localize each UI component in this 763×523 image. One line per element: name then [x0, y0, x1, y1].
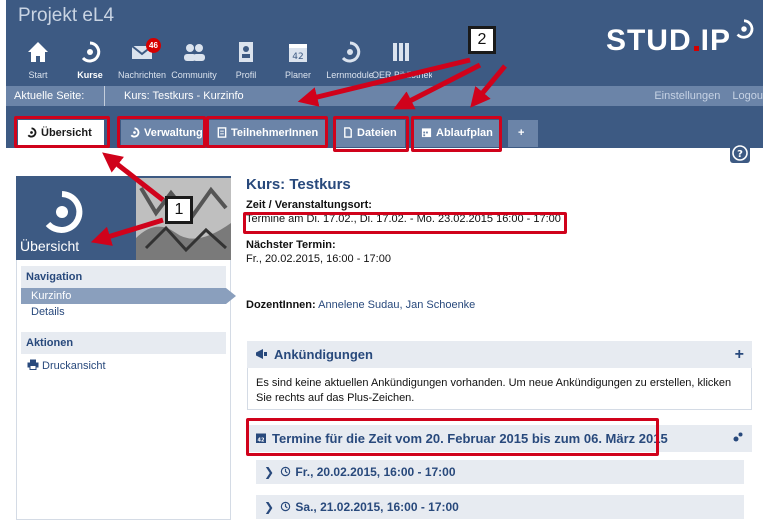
calendar-icon: 42	[289, 44, 307, 62]
settings-link[interactable]: Einstellungen	[654, 90, 720, 102]
breadcrumb-label: Aktuelle Seite:	[14, 90, 85, 102]
appointment-item[interactable]: ❯ Sa., 21.02.2015, 16:00 - 17:00	[256, 495, 744, 519]
nav-start[interactable]: Start	[12, 36, 64, 84]
svg-text:?: ?	[737, 149, 743, 160]
callout-2: 2	[468, 26, 496, 54]
profile-icon	[239, 42, 253, 62]
library-icon	[393, 43, 409, 61]
sidebar-item-details[interactable]: Details	[21, 304, 226, 320]
top-header: Projekt eL4 Start Kurse 46 Nachrichten C…	[6, 0, 763, 86]
logout-link[interactable]: Logou	[732, 90, 763, 102]
breadcrumb-separator	[104, 86, 105, 106]
dates-header: 42 Termine für die Zeit vom 20. Februar 2…	[247, 425, 752, 452]
nav-profil[interactable]: Profil	[220, 36, 272, 84]
logo-swirl-icon	[736, 19, 754, 39]
studip-logo[interactable]: STUD IP	[606, 19, 755, 58]
callout-1: 1	[165, 196, 193, 224]
megaphone-icon	[256, 349, 267, 359]
sidebar-actions-heading: Aktionen	[21, 332, 226, 354]
svg-text:42: 42	[258, 438, 265, 444]
breadcrumb: Aktuelle Seite: Kurs: Testkurs - Kurzinf…	[6, 86, 763, 106]
course-avatar-panel: Übersicht	[16, 176, 231, 260]
nav-oer-bibliothek[interactable]: OER Bibliothek	[372, 36, 432, 84]
announcements-header: Ankündigungen +	[247, 341, 752, 368]
tab-verwaltung[interactable]: Verwaltung	[121, 120, 205, 147]
logo-dot	[693, 46, 699, 51]
lecturers-links[interactable]: Annelene Sudau, Jan Schoenke	[318, 299, 475, 311]
help-button[interactable]: ?	[730, 143, 750, 163]
nav-kurse[interactable]: Kurse	[64, 36, 116, 84]
breadcrumb-path: Kurs: Testkurs - Kurzinfo	[124, 90, 244, 102]
sidebar-nav-heading: Navigation	[21, 266, 226, 288]
announcements-text: Es sind keine aktuellen Ankündigungen vo…	[247, 368, 752, 410]
expand-chevron-icon: ❯	[264, 500, 275, 514]
files-icon	[344, 127, 352, 138]
admin-icon	[130, 127, 140, 138]
sidebar-title: Übersicht	[20, 238, 80, 254]
lecturers-label: DozentInnen:	[246, 299, 316, 311]
dates-settings-icon[interactable]	[732, 431, 744, 443]
next-date-value: Fr., 20.02.2015, 16:00 - 17:00	[246, 253, 391, 265]
message-count-badge: 46	[146, 38, 161, 53]
schedule-icon	[421, 128, 432, 138]
home-icon	[28, 42, 48, 62]
overview-icon	[27, 127, 37, 138]
time-location-label: Zeit / Veranstaltungsort:	[246, 199, 372, 211]
calendar-small-icon: 42	[256, 433, 266, 444]
course-logo-icon	[45, 191, 83, 233]
tab-add[interactable]: +	[508, 120, 538, 147]
tab-ablaufplan[interactable]: Ablaufplan	[413, 120, 502, 147]
nav-planer[interactable]: 42 Planer	[272, 36, 324, 84]
nav-lernmodule[interactable]: Lernmodule	[324, 36, 376, 84]
sidebar: Navigation Kurzinfo Details Aktionen Dru…	[16, 260, 236, 520]
project-title: Projekt eL4	[18, 5, 115, 26]
nav-nachrichten[interactable]: 46 Nachrichten	[116, 36, 168, 84]
header-links: Einstellungen Logou	[642, 90, 763, 102]
course-tabbar: Übersicht Verwaltung TeilnehmerInnen Dat…	[6, 106, 763, 148]
clock-icon	[281, 466, 291, 477]
learning-module-icon	[341, 41, 361, 63]
course-info: Kurs: Testkurs Zeit / Veranstaltungsort:…	[246, 176, 756, 311]
print-view-link[interactable]: Druckansicht	[21, 358, 226, 374]
expand-chevron-icon: ❯	[264, 465, 275, 479]
nav-community[interactable]: Community	[168, 36, 220, 84]
appointment-item[interactable]: ❯ Fr., 20.02.2015, 16:00 - 17:00	[256, 460, 744, 484]
tab-dateien[interactable]: Dateien	[335, 120, 405, 147]
add-announcement-button[interactable]: +	[735, 341, 744, 368]
tab-uebersicht[interactable]: Übersicht	[18, 120, 104, 148]
page-title: Kurs: Testkurs	[246, 176, 351, 193]
clock-icon	[281, 501, 291, 512]
next-date-label: Nächster Termin:	[246, 239, 336, 251]
help-icon: ?	[732, 145, 748, 161]
sidebar-item-kurzinfo[interactable]: Kurzinfo	[21, 288, 236, 304]
community-icon	[184, 44, 205, 61]
courses-icon	[81, 41, 101, 63]
time-location-value: Termine am Di. 17.02., Di. 17.02. - Mo. …	[246, 213, 561, 225]
svg-text:42: 42	[292, 52, 303, 62]
members-icon	[217, 127, 227, 138]
lecturers-line: DozentInnen: Annelene Sudau, Jan Schoenk…	[246, 299, 756, 311]
tab-teilnehmerinnen[interactable]: TeilnehmerInnen	[209, 120, 327, 147]
print-icon	[27, 359, 39, 370]
main-navigation: Start Kurse 46 Nachrichten Community Pro…	[12, 36, 432, 84]
